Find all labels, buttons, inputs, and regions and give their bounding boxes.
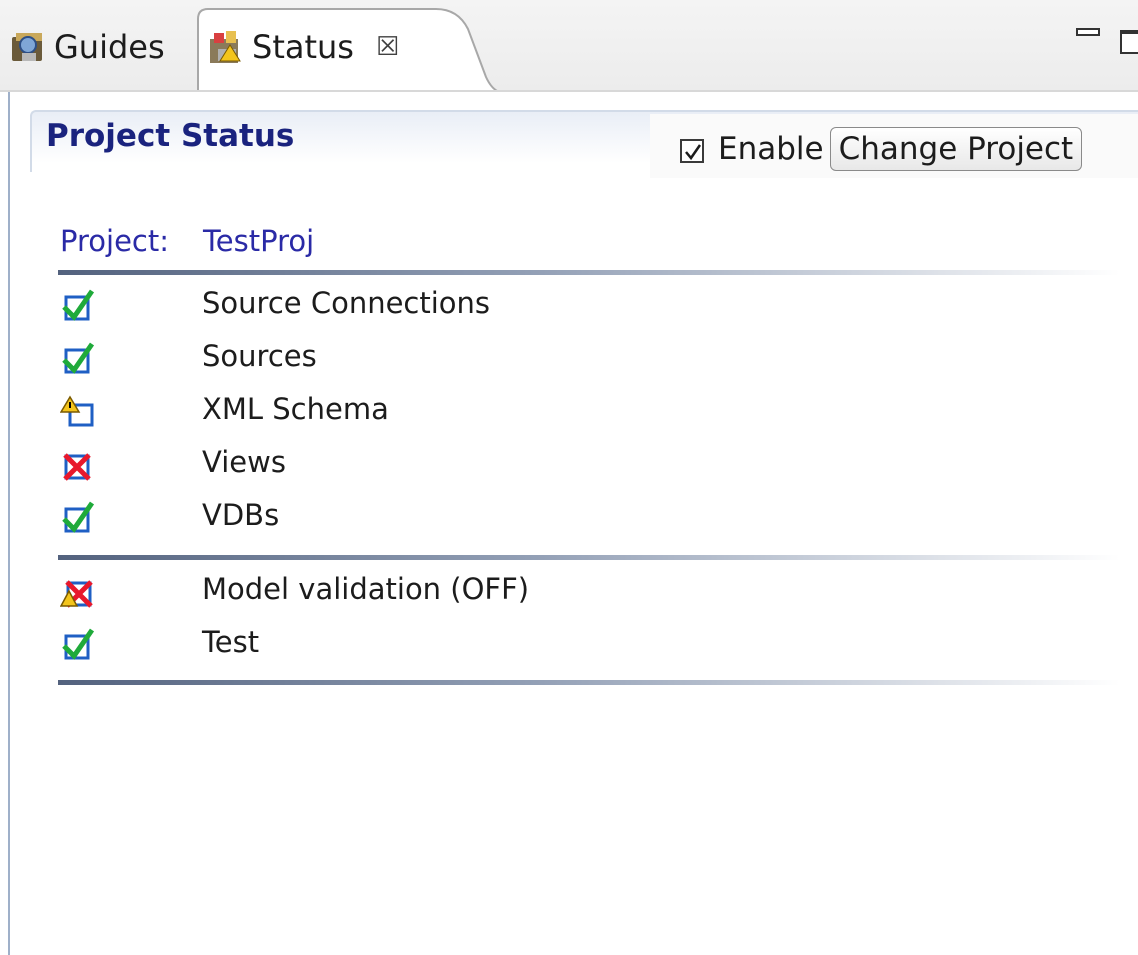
tab-guides[interactable]: Guides: [8, 14, 165, 80]
check-icon: [62, 628, 95, 660]
guides-icon: [12, 33, 42, 61]
checkmark-icon: [685, 144, 702, 161]
project-label: Project:: [60, 224, 169, 258]
view-tab-bar: Guides Status ☒: [0, 0, 1138, 92]
status-row-vdbs[interactable]: VDBs: [60, 492, 279, 544]
warning-box-icon: [60, 395, 94, 427]
change-project-button[interactable]: Change Project: [829, 127, 1083, 171]
separator: [58, 680, 1120, 685]
status-row-label: VDBs: [202, 498, 280, 532]
project-name[interactable]: TestProj: [203, 224, 314, 258]
maximize-icon[interactable]: [1120, 30, 1138, 54]
status-icon: [210, 31, 241, 63]
status-row-label: Sources: [202, 339, 317, 373]
status-row-views[interactable]: Views: [60, 439, 286, 491]
status-row-label: XML Schema: [202, 392, 389, 426]
status-row-label: Test: [202, 625, 260, 659]
check-icon: [62, 501, 95, 533]
tab-status[interactable]: Status ☒: [206, 14, 399, 80]
check-icon: [62, 289, 95, 321]
project-line: Project: TestProj: [60, 224, 314, 258]
status-view: Project Status Enable Change Project Pro…: [8, 92, 1138, 955]
status-row-label: Model validation (OFF): [202, 572, 530, 606]
status-row-model-validation[interactable]: Model validation (OFF): [60, 566, 529, 618]
enable-label: Enable: [718, 131, 824, 167]
status-row-label: Source Connections: [202, 286, 491, 320]
enable-checkbox[interactable]: [680, 139, 704, 163]
error-x-icon: [63, 453, 91, 481]
status-row-sources[interactable]: Sources: [60, 333, 317, 385]
warning-x-icon: [60, 580, 93, 608]
tab-status-label: Status: [252, 28, 354, 66]
status-row-source-connections[interactable]: Source Connections: [60, 280, 490, 332]
status-row-test[interactable]: Test: [60, 619, 259, 671]
minimize-icon[interactable]: [1076, 28, 1100, 36]
tab-guides-label: Guides: [54, 28, 165, 66]
separator: [58, 270, 1120, 275]
close-icon[interactable]: ☒: [376, 34, 399, 60]
header-toolbar: Enable Change Project: [650, 114, 1138, 178]
separator: [58, 555, 1120, 560]
check-icon: [62, 342, 95, 374]
status-row-xml-schema[interactable]: XML Schema: [60, 386, 389, 438]
page-title: Project Status: [46, 118, 295, 154]
status-row-label: Views: [202, 445, 286, 479]
